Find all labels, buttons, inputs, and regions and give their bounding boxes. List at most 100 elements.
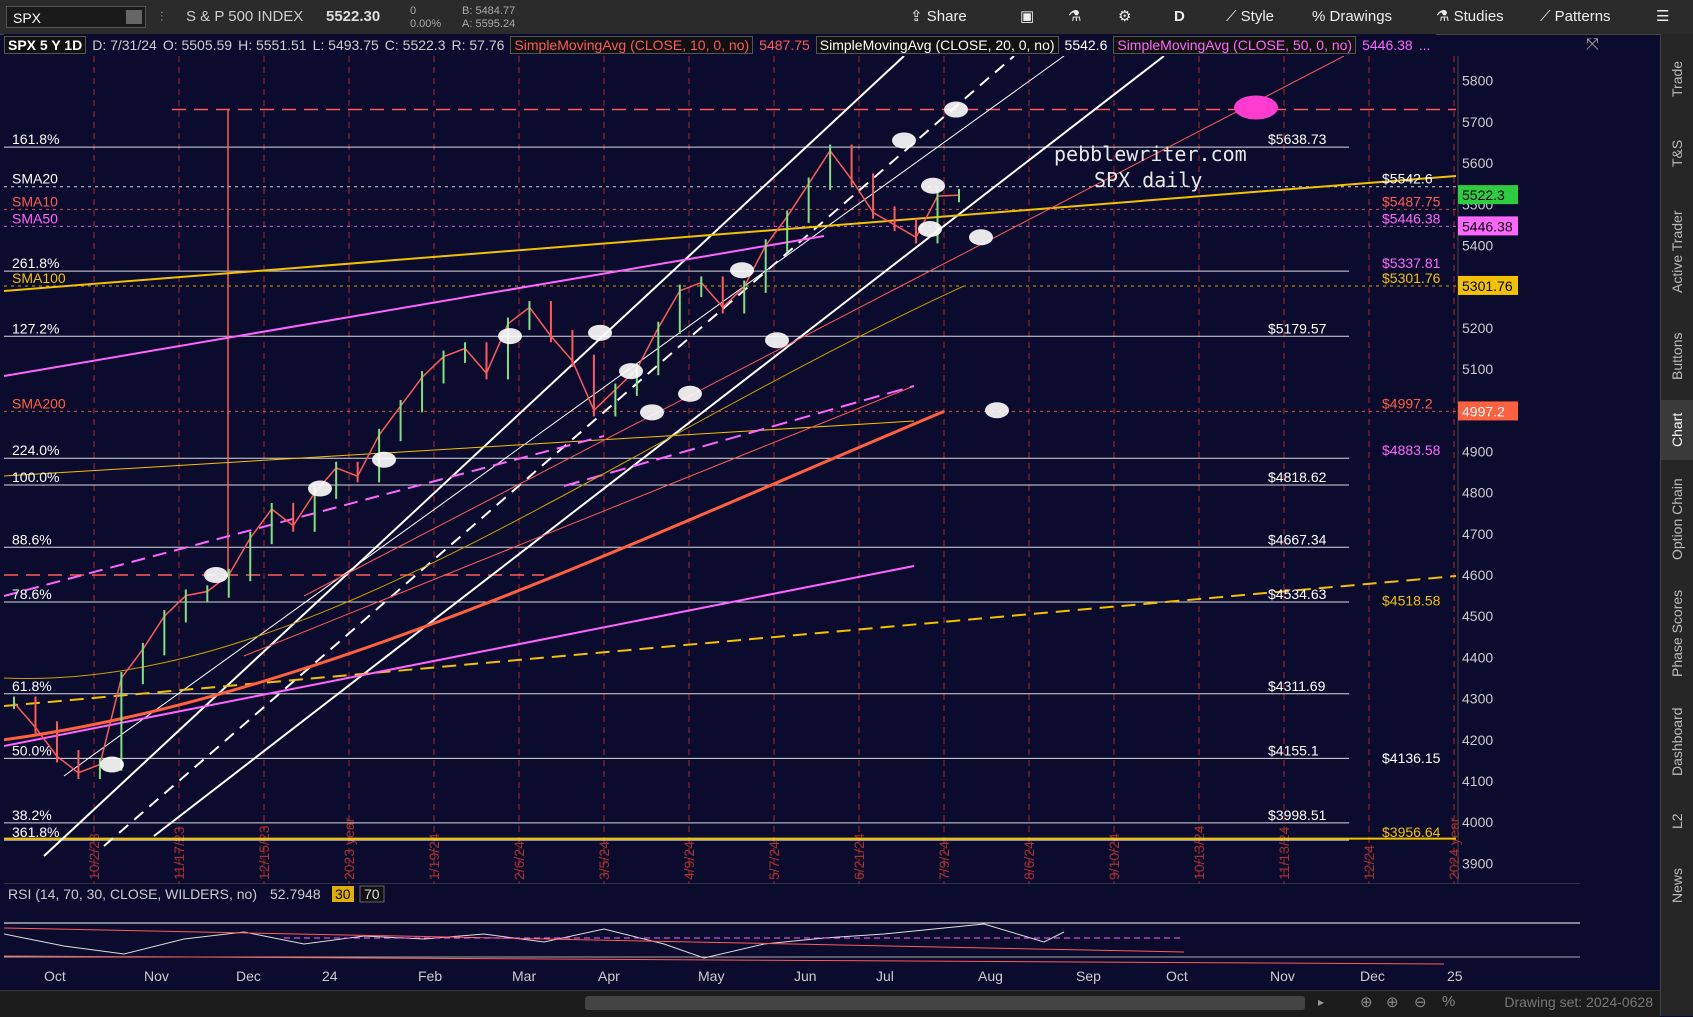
axis-price-tag-text: 5446.38 [1462, 218, 1513, 234]
info-date: D: 7/31/24 [92, 37, 157, 53]
zoom-in-icon[interactable]: ⊕ [1386, 993, 1399, 1011]
x-tick-label: Oct [44, 968, 66, 984]
zoom-out-icon[interactable]: ⊖ [1414, 993, 1427, 1011]
y-tick-label: 4200 [1462, 732, 1493, 748]
gear-icon[interactable]: ⚙ [1118, 0, 1131, 34]
level-label-left: SMA100 [12, 270, 66, 286]
sidebar-tab-trade[interactable]: Trade [1661, 44, 1693, 114]
sidebar-tab-news[interactable]: News [1661, 850, 1693, 920]
period-button[interactable]: D [1174, 0, 1185, 34]
level-label-right: $5487.75 [1382, 193, 1441, 209]
percent-scale-icon[interactable]: % [1442, 993, 1455, 1010]
level-label-right: $4667.34 [1268, 531, 1327, 547]
scroll-right-icon[interactable]: ▸ [1318, 995, 1324, 1009]
sma10-study[interactable]: SimpleMovingAvg (CLOSE, 10, 0, no) [510, 36, 754, 54]
share-button[interactable]: ⇪ Share [910, 0, 967, 34]
y-tick-label: 4700 [1462, 526, 1493, 542]
more-studies[interactable]: ... [1419, 37, 1431, 53]
info-high: H: 5551.51 [238, 37, 307, 53]
level-label-right: $5542.6 [1382, 171, 1433, 187]
date-marker-label: 12/15/23 [256, 825, 272, 880]
level-label-right: $3956.64 [1382, 824, 1441, 840]
level-label-right: $4311.69 [1268, 678, 1326, 694]
x-tick-label: Dec [1360, 968, 1385, 984]
sidebar-tab-phase-scores[interactable]: Phase Scores [1661, 578, 1693, 688]
symbol-text: SPX [13, 10, 42, 26]
date-marker-label: 3/5/24 [596, 841, 612, 880]
y-tick-label: 4500 [1462, 608, 1493, 624]
level-label-right: $4136.15 [1382, 750, 1441, 766]
y-tick-label: 4300 [1462, 691, 1493, 707]
x-tick-label: 24 [322, 968, 338, 984]
ask-price: A: 5595.24 [462, 18, 516, 30]
level-label-left: 78.6% [12, 586, 52, 602]
y-tick-label: 5800 [1462, 73, 1493, 89]
rsi-label: RSI (14, 70, 30, CLOSE, WILDERS, no) [8, 886, 257, 902]
sidebar-tab-ts[interactable]: T&S [1661, 118, 1693, 188]
sidebar-tab-chart[interactable]: Chart [1661, 400, 1693, 460]
x-tick-label: Dec [236, 968, 261, 984]
x-tick-label: 25 [1447, 968, 1463, 984]
level-label-right: $4883.58 [1382, 442, 1441, 458]
sidebar-tab-buttons[interactable]: Buttons [1661, 316, 1693, 396]
level-label-right: $3998.51 [1268, 807, 1327, 823]
date-marker-label: 2/6/24 [511, 841, 527, 880]
symbol-input[interactable]: SPX [6, 6, 146, 28]
crosshair-icon[interactable]: ⊕ [1360, 993, 1373, 1011]
sma50-study[interactable]: SimpleMovingAvg (CLOSE, 50, 0, no) [1113, 36, 1357, 54]
style-icon: ⟋ [1226, 8, 1241, 25]
date-marker-label: 2024 year [1446, 817, 1462, 880]
date-marker-label: 11/13/24 [1276, 826, 1292, 880]
studies-button[interactable]: ⚗ Studies [1436, 0, 1504, 34]
level-label-right: $4534.63 [1268, 586, 1327, 602]
patterns-button[interactable]: ⟋ Patterns [1540, 0, 1611, 34]
pin-icon[interactable]: ⫶ [160, 0, 163, 34]
ellipse-marker [498, 328, 522, 345]
style-button[interactable]: ⟋ Style [1226, 0, 1274, 34]
drawings-button[interactable]: % Drawings [1312, 0, 1392, 34]
y-tick-label: 4900 [1462, 443, 1493, 459]
level-label-left: 224.0% [12, 442, 59, 458]
flask-icon[interactable]: ⚗ [1068, 0, 1081, 34]
percent-icon: % [1312, 8, 1330, 25]
info-range: R: 57.76 [451, 37, 505, 53]
sidebar-tab-l2[interactable]: L2 [1661, 796, 1693, 846]
top-toolbar: SPX ⫶ S & P 500 INDEX 5522.30 0 0.00% B:… [0, 0, 1693, 35]
price-chart[interactable]: 10/2/23 11/17/23 12/15/23 2023 year 1/19/24 2… [4, 56, 1580, 886]
date-marker-label: 8/6/24 [1021, 841, 1037, 880]
symbol-dropdown-icon[interactable] [126, 10, 142, 24]
expand-icon[interactable]: ⤧ [1586, 36, 1599, 54]
target-ellipse-marker [1234, 95, 1278, 120]
sidebar-tab-option-chain[interactable]: Option Chain [1661, 464, 1693, 574]
rsi-panel[interactable]: RSI (14, 70, 30, CLOSE, WILDERS, no) 52.… [4, 884, 1580, 968]
level-label-right: $4997.2 [1382, 395, 1433, 411]
level-label-right: $4818.62 [1268, 469, 1327, 485]
ellipse-marker [619, 363, 643, 380]
menu-icon[interactable]: ☰ [1656, 0, 1669, 34]
level-label-left: 88.6% [12, 531, 52, 547]
flask-small-icon: ⚗ [1436, 8, 1454, 25]
sidebar-tab-dashboard[interactable]: Dashboard [1661, 692, 1693, 792]
bid-price: B: 5484.77 [462, 5, 516, 17]
chart-title: SPX 5 Y 1D [4, 36, 87, 54]
x-tick-label: Feb [418, 968, 443, 984]
ellipse-marker [969, 229, 993, 246]
level-label-left: 38.2% [12, 807, 52, 823]
sma20-study[interactable]: SimpleMovingAvg (CLOSE, 20, 0, no) [815, 36, 1059, 54]
x-tick-label: Mar [512, 968, 537, 984]
ellipse-marker [921, 177, 945, 194]
sidebar-tab-active-trader[interactable]: Active Trader [1661, 192, 1693, 312]
date-marker-label: 5/7/24 [766, 841, 782, 880]
date-marker-label: 12/24 [1361, 845, 1377, 880]
x-tick-label: Oct [1166, 968, 1188, 984]
horizontal-scrollbar[interactable] [585, 996, 1305, 1010]
level-label-left: SMA20 [12, 171, 58, 187]
rsi-level1: 30 [335, 886, 351, 902]
sma50-value: 5446.38 [1362, 37, 1413, 53]
share-icon: ⇪ [910, 8, 927, 25]
info-low: L: 5493.75 [312, 37, 379, 53]
notes-icon[interactable]: ▣ [1020, 0, 1034, 34]
date-marker-label: 11/17/23 [171, 826, 187, 880]
level-label-left: 50.0% [12, 742, 52, 758]
level-label-right: $5638.73 [1268, 131, 1327, 147]
